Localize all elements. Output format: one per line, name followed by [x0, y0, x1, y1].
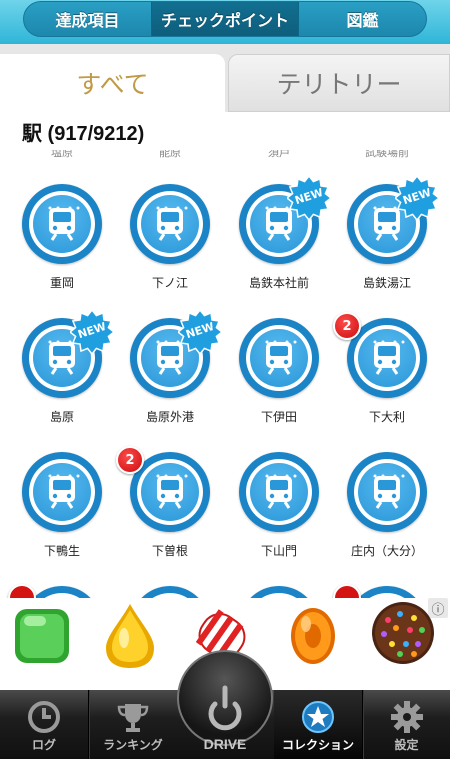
drive-label: DRIVE	[203, 736, 247, 752]
station-label: 島鉄湯江	[362, 276, 411, 290]
segment-encyclopedia[interactable]: 図鑑	[299, 2, 426, 36]
tab-collection[interactable]: コレクション	[274, 690, 362, 759]
train-icon	[157, 476, 183, 509]
station-badge	[239, 452, 319, 532]
segmented-control: 達成項目 チェックポイント 図鑑	[23, 1, 427, 37]
station-badge	[22, 452, 102, 532]
tab-all[interactable]: すべて	[0, 54, 225, 112]
segment-achievements[interactable]: 達成項目	[24, 2, 151, 36]
tab-strip: すべて テリトリー	[0, 44, 450, 112]
station-item-partial[interactable]	[225, 586, 333, 598]
tab-territory[interactable]: テリトリー	[228, 54, 450, 112]
train-icon	[49, 476, 75, 509]
station-item[interactable]: NEW 島鉄本社前	[225, 176, 333, 304]
drive-button-circle	[177, 650, 273, 746]
station-item[interactable]: 2 下曽根	[116, 446, 224, 572]
tab-ranking[interactable]: ランキング	[89, 690, 177, 759]
clock-icon	[28, 701, 60, 733]
train-icon	[49, 208, 75, 241]
station-item[interactable]: 重岡	[8, 184, 116, 304]
trophy-icon	[117, 704, 149, 732]
tab-settings[interactable]: 設定	[363, 690, 450, 759]
station-item[interactable]: 下伊田	[225, 318, 333, 438]
new-badge: NEW	[395, 176, 439, 220]
tab-settings-label: 設定	[394, 738, 419, 752]
power-icon	[208, 685, 242, 731]
station-label: 下大利	[368, 410, 405, 424]
clipped-row: 塩原 能原 須戸 試験場前	[0, 150, 450, 160]
section-title: 駅 (917/9212)	[0, 112, 450, 150]
count-badge-partial	[8, 584, 36, 598]
station-item[interactable]: 下山門	[225, 452, 333, 572]
station-badge	[130, 184, 210, 264]
station-label: 庄内（大分）	[350, 544, 423, 558]
station-item[interactable]: NEW 島鉄湯江	[333, 176, 441, 304]
clipped-station-label: 須戸	[268, 150, 290, 159]
train-icon	[157, 208, 183, 241]
new-badge: NEW	[70, 310, 114, 354]
station-item[interactable]: 2 下大利	[333, 312, 441, 438]
train-icon	[374, 476, 400, 509]
segment-checkpoints[interactable]: チェックポイント	[151, 2, 299, 36]
station-label: 島原外港	[145, 410, 194, 424]
station-label: 下曽根	[151, 544, 188, 558]
station-label: 下伊田	[260, 410, 297, 424]
station-item-partial[interactable]	[116, 586, 224, 598]
station-item-partial[interactable]	[333, 584, 441, 598]
station-item[interactable]: 下鴨生	[8, 452, 116, 572]
train-icon	[374, 342, 400, 375]
new-badge: NEW	[287, 176, 331, 220]
station-item[interactable]: NEW 島原外港	[116, 310, 224, 438]
station-item[interactable]: NEW 島原	[8, 310, 116, 438]
orange-candy-image	[291, 608, 335, 664]
count-badge-partial	[333, 584, 361, 598]
tab-ranking-label: ランキング	[103, 738, 163, 752]
station-label: 重岡	[49, 276, 74, 290]
station-label: 島鉄本社前	[248, 276, 309, 290]
top-bar: 達成項目 チェックポイント 図鑑	[0, 0, 450, 44]
count-badge: 2	[116, 446, 144, 474]
station-badge	[239, 318, 319, 398]
drive-button[interactable]: DRIVE	[177, 650, 273, 759]
station-badge	[347, 452, 427, 532]
station-label: 下山門	[260, 544, 297, 558]
tab-collection-label: コレクション	[281, 738, 354, 752]
train-icon	[266, 342, 292, 375]
tab-log-label: ログ	[31, 738, 56, 752]
station-label: 下ノ江	[151, 276, 188, 290]
station-item-partial[interactable]	[8, 584, 116, 598]
count-badge: 2	[333, 312, 361, 340]
tab-log[interactable]: ログ	[0, 690, 88, 759]
train-icon	[266, 476, 292, 509]
station-grid[interactable]: 塩原 能原 須戸 試験場前 重岡 下ノ江 NEW 島鉄本社前 NEW 島鉄湯江 NEW 島原 N…	[0, 150, 450, 598]
station-label: 下鴨生	[43, 544, 80, 558]
yellow-candy-image	[106, 604, 154, 668]
gear-icon	[390, 701, 423, 733]
station-badge	[22, 184, 102, 264]
station-item[interactable]: 庄内（大分）	[333, 452, 441, 572]
clipped-station-label: 試験場前	[365, 150, 409, 159]
station-badge	[130, 586, 210, 598]
station-badge	[239, 586, 319, 598]
station-item[interactable]: 下ノ江	[116, 184, 224, 304]
station-label: 島原	[49, 410, 74, 424]
clipped-station-label: 能原	[159, 150, 181, 159]
green-candy-image	[15, 609, 69, 663]
clipped-station-label: 塩原	[51, 150, 73, 159]
star-icon	[302, 701, 334, 733]
new-badge: NEW	[178, 310, 222, 354]
color-bomb-candy-image	[372, 602, 434, 664]
